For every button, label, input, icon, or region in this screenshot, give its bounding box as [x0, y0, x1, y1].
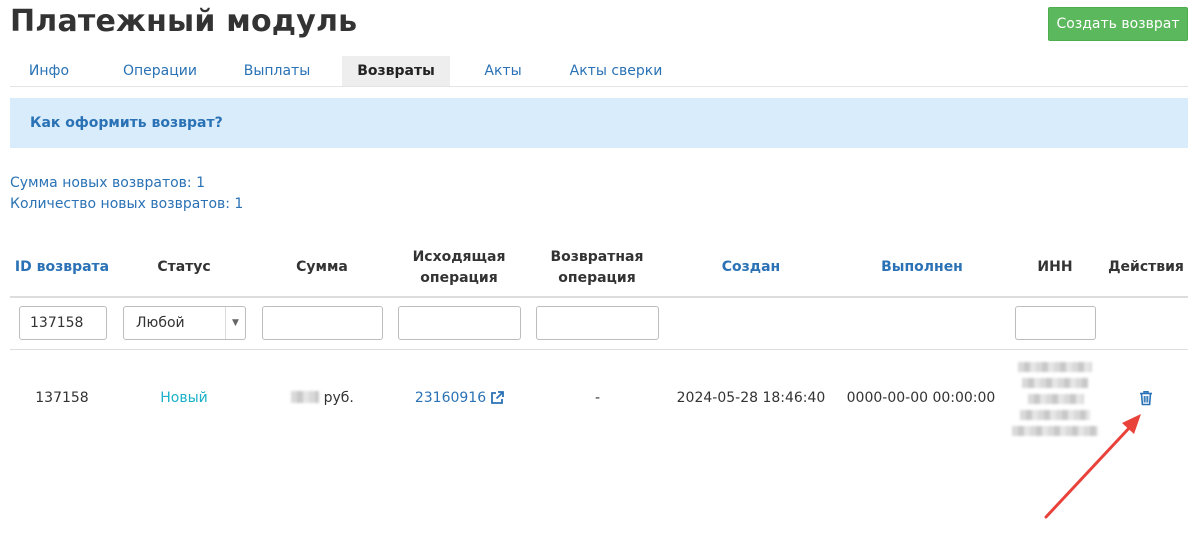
- tab-reconciliation-acts[interactable]: Акты сверки: [560, 56, 672, 86]
- row-created: 2024-05-28 18:46:40: [676, 390, 826, 406]
- filter-sum-input[interactable]: [262, 306, 383, 340]
- header-line: Исходящая: [412, 249, 506, 265]
- row-sum-currency: руб.: [323, 390, 354, 406]
- tab-info[interactable]: Инфо: [10, 56, 88, 86]
- column-header-return-operation: Возвратная операция: [536, 247, 658, 289]
- column-header-completed[interactable]: Выполнен: [860, 257, 984, 278]
- column-header-status: Статус: [157, 259, 211, 275]
- new-returns-count: Количество новых возвратов: 1: [10, 196, 244, 212]
- header-line: Возвратная: [550, 249, 644, 265]
- column-header-id[interactable]: ID возврата: [12, 257, 112, 278]
- source-operation-link[interactable]: 23160916: [414, 389, 505, 407]
- source-operation-id: 23160916: [414, 390, 487, 406]
- filter-return-operation-input[interactable]: [536, 306, 659, 340]
- column-header-actions: Действия: [1108, 259, 1184, 275]
- row-completed: 0000-00-00 00:00:00: [846, 390, 996, 406]
- tab-bar: Инфо Операции Выплаты Возвраты Акты Акты…: [10, 56, 1188, 87]
- row-sum: руб.: [262, 389, 383, 407]
- trash-icon[interactable]: [1137, 389, 1155, 407]
- how-to-return-link[interactable]: Как оформить возврат?: [30, 115, 223, 131]
- column-header-sum: Сумма: [296, 259, 348, 275]
- filter-status-select[interactable]: Любой ▼: [123, 306, 246, 340]
- row-status: Новый: [160, 390, 208, 406]
- page-title: Платежный модуль: [10, 4, 358, 39]
- filter-id-input[interactable]: [19, 306, 107, 340]
- chevron-down-icon: ▼: [225, 307, 245, 339]
- info-panel: Как оформить возврат?: [10, 98, 1188, 148]
- filter-divider: [10, 349, 1188, 350]
- tab-returns[interactable]: Возвраты: [342, 56, 450, 86]
- filter-inn-input[interactable]: [1015, 306, 1096, 340]
- column-header-inn: ИНН: [1037, 259, 1073, 275]
- tab-acts[interactable]: Акты: [473, 56, 533, 86]
- create-return-button[interactable]: Создать возврат: [1048, 7, 1188, 41]
- header-line: операция: [558, 270, 636, 286]
- status-select-value: Любой: [136, 315, 185, 331]
- header-divider: [10, 296, 1188, 298]
- column-header-created[interactable]: Создан: [700, 257, 802, 278]
- row-source-operation: 23160916: [398, 389, 521, 407]
- tab-operations[interactable]: Операции: [113, 56, 207, 86]
- header-line: операция: [420, 270, 498, 286]
- redacted-inn: [1010, 356, 1100, 440]
- column-header-source-operation: Исходящая операция: [398, 247, 520, 289]
- row-return-operation: -: [594, 390, 601, 406]
- row-id: 137158: [35, 390, 89, 406]
- filter-source-operation-input[interactable]: [398, 306, 521, 340]
- external-link-icon: [491, 391, 505, 404]
- new-returns-sum: Сумма новых возвратов: 1: [10, 175, 205, 191]
- tab-payouts[interactable]: Выплаты: [232, 56, 322, 86]
- redacted-amount: [291, 391, 320, 403]
